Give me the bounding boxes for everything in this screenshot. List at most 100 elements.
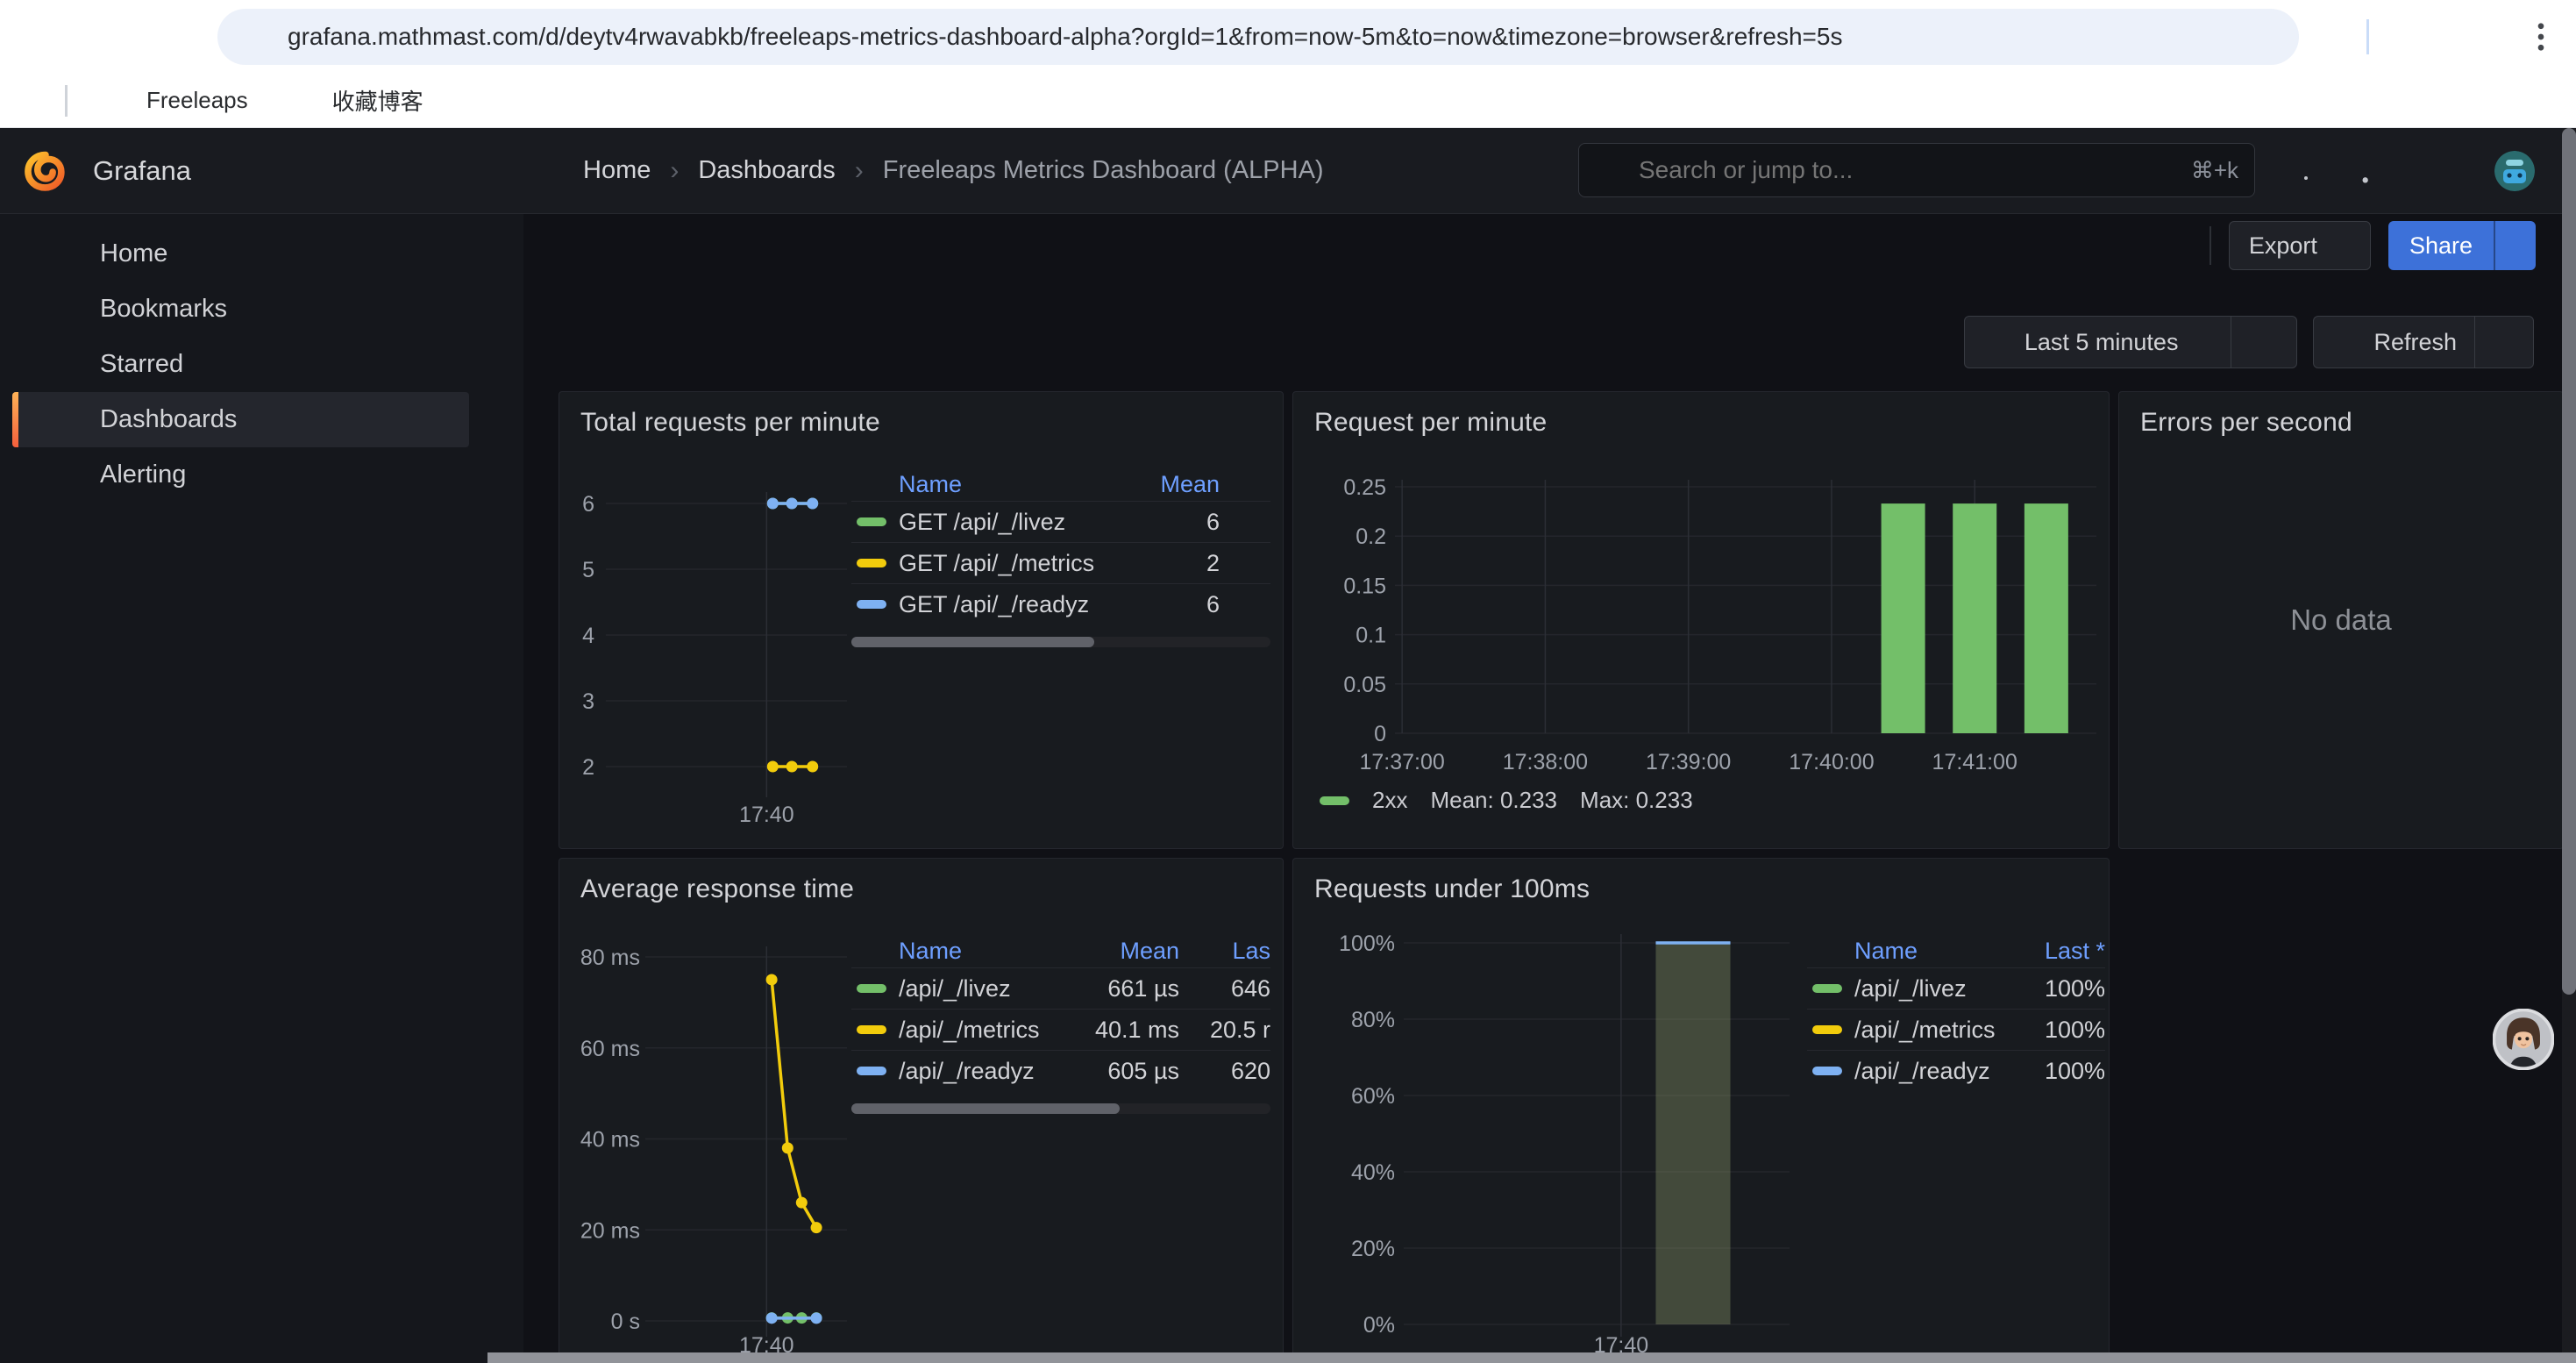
svg-text:60%: 60% [1351,1084,1395,1109]
browser-forward-button[interactable] [82,11,135,63]
legend-scrollbar[interactable] [851,1103,1270,1114]
svg-text:40%: 40% [1351,1160,1395,1185]
legend-col-last[interactable]: Las [1179,938,1270,965]
zoom-out-button[interactable] [2231,317,2296,368]
help-icon[interactable] [2286,151,2326,191]
dashboards-grid-icon [39,403,74,438]
legend-scrollbar[interactable] [851,637,1270,647]
folder-icon [101,84,134,118]
sidebar-nav: Home Bookmarks Starred [0,226,523,503]
chevron-down-icon [2493,331,2516,353]
downloads-icon[interactable] [2387,11,2439,63]
legend-col-mean[interactable]: Mean [1065,938,1179,965]
bookmark-folder-blogs[interactable]: 收藏博客 [271,77,439,125]
refresh-button[interactable]: Refresh [2314,317,2474,368]
browser-profile-icon[interactable] [2450,11,2502,63]
share-button[interactable]: Share [2388,221,2494,270]
sidebar-item-bookmarks[interactable]: Bookmarks [0,282,523,337]
legend-row[interactable]: /api/_/livez 661 µs 646 [851,967,1270,1009]
share-menu-chevron-icon[interactable] [2494,221,2536,270]
series-color-pill [1812,1025,1842,1034]
series-color-pill [1320,796,1349,805]
browser-menu-icon[interactable] [2515,11,2567,63]
series-color-pill [1812,1067,1842,1075]
legend-col-name[interactable]: Name [851,938,1065,965]
dashboard-actions: Export Share [2153,221,2536,270]
vertical-scrollbar-thumb[interactable] [2562,128,2576,995]
grafana-logo[interactable] [23,148,68,194]
horizontal-scrollbar-thumb[interactable] [487,1352,2576,1363]
bookmark-folder-freeleaps[interactable]: Freeleaps [85,77,264,125]
breadcrumb-dashboards[interactable]: Dashboards [698,156,835,185]
extensions-icon[interactable] [2299,11,2352,63]
sidebar-item-home[interactable]: Home [0,226,523,282]
legend-row[interactable]: /api/_/metrics 40.1 ms 20.5 r [851,1009,1270,1050]
chevron-down-icon[interactable] [473,461,501,489]
breadcrumb-home[interactable]: Home [583,156,651,185]
svg-text:100%: 100% [1339,931,1395,956]
legend-row[interactable]: GET /api/_/metrics 2 [851,542,1270,583]
legend-col-mean[interactable]: Mean [1114,471,1220,498]
legend-row[interactable]: /api/_/metrics 100% [1807,1009,2105,1050]
legend-row[interactable]: /api/_/readyz 100% [1807,1050,2105,1091]
sidebar-item-dashboards[interactable]: Dashboards [0,392,523,447]
legend-col-name[interactable]: Name [1807,938,2014,965]
legend-inline[interactable]: 2xx Mean: 0.233 Max: 0.233 [1320,787,1693,814]
sidebar-item-starred[interactable]: Starred [0,337,523,392]
svg-text:17:41:00: 17:41:00 [1932,750,2017,774]
panel-total-requests-per-minute[interactable]: Total requests per minute 6543217:40 Nam… [559,391,1284,849]
address-bar[interactable]: grafana.mathmast.com/d/deytv4rwavabkb/fr… [217,9,2299,65]
browser-reload-button[interactable] [149,11,202,63]
legend-row[interactable]: GET /api/_/livez 6 [851,501,1270,542]
chevron-down-icon[interactable] [473,351,501,379]
sidebar-item-alerting[interactable]: Alerting [0,447,523,503]
legend-col-name[interactable]: Name [851,471,1114,498]
share-split-button: Share [2388,221,2536,270]
search-icon [1595,155,1625,185]
favorite-star-icon[interactable] [2153,226,2192,265]
legend-col-last[interactable]: Last * [2014,938,2105,965]
export-button[interactable]: Export [2229,221,2371,270]
bookmark-star-icon[interactable] [2217,19,2252,54]
breadcrumb-current: Freeleaps Metrics Dashboard (ALPHA) [883,156,1324,185]
header-border [0,213,2562,214]
panel-errors-per-second[interactable]: Errors per second No data [2118,391,2564,849]
search-input[interactable] [1639,156,2138,184]
legend-row[interactable]: GET /api/_/readyz 6 [851,583,1270,624]
floating-assistant-avatar[interactable] [2493,1009,2554,1070]
bookmark-icon [39,292,74,327]
panel-requests-under-100ms[interactable]: Requests under 100ms 100%80%60%40%20%0%1… [1292,858,2110,1363]
refresh-interval-chevron[interactable] [2474,317,2533,368]
chevron-down-icon[interactable] [473,296,501,324]
time-range-picker[interactable]: Last 5 minutes [1965,317,2231,368]
svg-text:0.15: 0.15 [1343,574,1386,598]
series-color-pill [1812,984,1842,993]
news-rss-icon[interactable] [2354,151,2395,191]
bookmark-folder-label: 收藏博客 [332,84,423,117]
series-color-pill [857,517,886,526]
svg-text:2: 2 [582,755,594,780]
apps-grid-icon[interactable] [19,84,53,118]
kiosk-monitor-icon[interactable] [2423,151,2463,191]
legend-row[interactable]: /api/_/livez 100% [1807,967,2105,1009]
svg-text:0.25: 0.25 [1343,475,1386,500]
browser-back-button[interactable] [15,11,68,63]
svg-text:0.1: 0.1 [1356,624,1386,648]
sidebar-collapse-icon[interactable] [462,151,502,191]
search-box[interactable]: ⌘+k [1578,143,2255,197]
grafana-app: Grafana Home Bookmarks Starred [0,128,2576,1363]
no-data-message: No data [2119,392,2563,848]
user-avatar[interactable] [2494,151,2535,191]
panel-request-per-minute[interactable]: Request per minute 0.250.20.150.10.05017… [1292,391,2110,849]
chevron-down-icon[interactable] [473,406,501,434]
svg-text:17:40: 17:40 [739,803,794,827]
panel-average-response-time[interactable]: Average response time 80 ms60 ms40 ms20 … [559,858,1284,1363]
bookmarks-bar: Freeleaps 收藏博客 [0,74,2576,128]
legend-row[interactable]: /api/_/readyz 605 µs 620 [851,1050,1270,1091]
star-icon [39,347,74,382]
refresh-group: Refresh [2313,316,2534,368]
site-settings-icon[interactable] [238,20,272,54]
series-color-pill [857,600,886,609]
svg-text:0.05: 0.05 [1343,673,1386,697]
grafana-header: Home › Dashboards › Freeleaps Metrics Da… [523,128,2562,213]
